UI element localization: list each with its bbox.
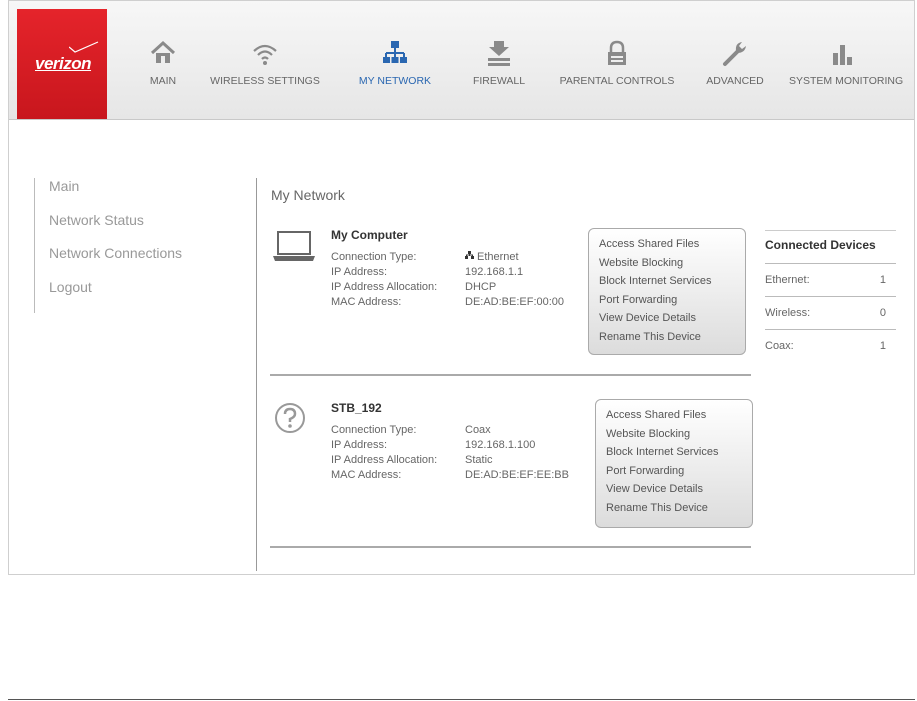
- sidebar-item-logout[interactable]: Logout: [49, 279, 205, 313]
- field-connection-type: Connection Type: Coax: [331, 424, 491, 436]
- view-device-details-link[interactable]: View Device Details: [599, 311, 745, 330]
- field-value: DE:AD:BE:EF:00:00: [465, 296, 565, 308]
- nav-advanced[interactable]: ADVANCED: [701, 39, 769, 87]
- port-forwarding-link[interactable]: Port Forwarding: [599, 293, 745, 312]
- row-label: Wireless:: [765, 307, 811, 319]
- sidebar-item-network-connections[interactable]: Network Connections: [49, 245, 205, 279]
- nav-label: ADVANCED: [706, 75, 764, 87]
- device-separator: [270, 374, 751, 376]
- nav-label: PARENTAL CONTROLS: [559, 75, 675, 87]
- row-label: Ethernet:: [765, 274, 810, 286]
- website-blocking-link[interactable]: Website Blocking: [606, 427, 752, 446]
- field-label: MAC Address:: [331, 469, 402, 481]
- top-nav-bar: verizon MAIN WIRELESS SETTINGS MY NETWOR…: [9, 1, 914, 120]
- device-name: My Computer: [331, 228, 408, 242]
- field-value: 192.168.1.1: [465, 266, 524, 278]
- content-divider: [256, 178, 257, 571]
- field-label: IP Address Allocation:: [331, 454, 438, 466]
- access-shared-files-link[interactable]: Access Shared Files: [606, 408, 752, 427]
- connected-devices-title: Connected Devices: [765, 230, 896, 264]
- connected-devices-row-wireless: Wireless: 0: [765, 297, 896, 330]
- field-label: IP Address Allocation:: [331, 281, 438, 293]
- sidebar: Main Network Status Network Connections …: [34, 178, 205, 313]
- sidebar-item-main[interactable]: Main: [49, 178, 205, 212]
- block-internet-services-link[interactable]: Block Internet Services: [606, 445, 752, 464]
- field-label: IP Address:: [331, 266, 388, 278]
- field-value: 192.168.1.100: [465, 439, 536, 451]
- nav-label: FIREWALL: [472, 75, 526, 87]
- nav-label: WIRELESS SETTINGS: [210, 75, 320, 87]
- nav-label: MY NETWORK: [358, 75, 432, 87]
- connected-devices-panel: Connected Devices Ethernet: 1 Wireless: …: [765, 230, 896, 362]
- verizon-logo[interactable]: verizon: [17, 9, 107, 119]
- wrench-icon: [723, 42, 746, 66]
- row-count: 0: [879, 307, 886, 319]
- field-connection-type: Connection Type: Ethernet: [331, 251, 519, 263]
- field-value: Ethernet: [477, 251, 519, 263]
- nav-label: MAIN: [149, 75, 177, 87]
- access-shared-files-link[interactable]: Access Shared Files: [599, 237, 745, 256]
- field-ip-allocation: IP Address Allocation: DHCP: [331, 281, 496, 293]
- unknown-device-icon: [275, 403, 305, 433]
- field-mac-address: MAC Address: DE:AD:BE:EF:00:00: [331, 296, 564, 308]
- row-label: Coax:: [765, 340, 794, 352]
- device-actions-menu: Access Shared Files Website Blocking Blo…: [588, 228, 746, 355]
- device-card-stb-192: STB_192 Connection Type: Coax IP Address:…: [270, 398, 753, 538]
- device-card-my-computer: My Computer Connection Type: Ethernet IP …: [270, 226, 751, 366]
- firewall-icon: [488, 41, 510, 66]
- nav-system-monitoring[interactable]: SYSTEM MONITORING: [789, 39, 903, 87]
- bar-chart-icon: [833, 45, 852, 65]
- logo-text: verizon: [35, 54, 92, 73]
- field-ip-address: IP Address: 192.168.1.100: [331, 439, 535, 451]
- field-label: IP Address:: [331, 439, 388, 451]
- row-count: 1: [879, 340, 886, 352]
- nav-label: SYSTEM MONITORING: [789, 75, 904, 87]
- laptop-icon: [273, 231, 315, 261]
- device-separator: [270, 546, 751, 548]
- block-internet-services-link[interactable]: Block Internet Services: [599, 274, 745, 293]
- field-mac-address: MAC Address: DE:AD:BE:EF:EE:BB: [331, 469, 569, 481]
- device-name: STB_192: [331, 401, 382, 415]
- page-footer-rule: [8, 699, 915, 700]
- device-actions-menu: Access Shared Files Website Blocking Blo…: [595, 399, 753, 528]
- field-ip-allocation: IP Address Allocation: Static: [331, 454, 493, 466]
- connected-devices-row-ethernet: Ethernet: 1: [765, 264, 896, 297]
- field-label: Connection Type:: [331, 424, 417, 436]
- view-device-details-link[interactable]: View Device Details: [606, 482, 752, 501]
- field-value: Coax: [465, 424, 491, 436]
- rename-device-link[interactable]: Rename This Device: [599, 330, 745, 349]
- nav-wireless-settings[interactable]: WIRELESS SETTINGS: [206, 39, 324, 87]
- port-forwarding-link[interactable]: Port Forwarding: [606, 464, 752, 483]
- nav-firewall[interactable]: FIREWALL: [469, 39, 529, 87]
- field-ip-address: IP Address: 192.168.1.1: [331, 266, 523, 278]
- connected-devices-row-coax: Coax: 1: [765, 330, 896, 362]
- rename-device-link[interactable]: Rename This Device: [606, 501, 752, 520]
- wifi-icon: [253, 44, 277, 65]
- field-value: DE:AD:BE:EF:EE:BB: [465, 469, 569, 481]
- nav-my-network[interactable]: MY NETWORK: [355, 39, 435, 87]
- page-title: My Network: [271, 187, 345, 203]
- ethernet-icon: [465, 251, 474, 259]
- sidebar-item-network-status[interactable]: Network Status: [49, 212, 205, 246]
- nav-parental-controls[interactable]: PARENTAL CONTROLS: [552, 39, 682, 87]
- field-label: MAC Address:: [331, 296, 402, 308]
- row-count: 1: [879, 274, 886, 286]
- nav-main[interactable]: MAIN: [141, 39, 185, 87]
- field-value: DHCP: [465, 281, 497, 293]
- home-icon: [150, 40, 176, 63]
- checkmark-icon: [69, 41, 99, 53]
- field-value: Static: [465, 454, 493, 466]
- lock-icon: [608, 40, 626, 65]
- network-icon: [383, 41, 407, 63]
- website-blocking-link[interactable]: Website Blocking: [599, 256, 745, 275]
- field-label: Connection Type:: [331, 251, 417, 263]
